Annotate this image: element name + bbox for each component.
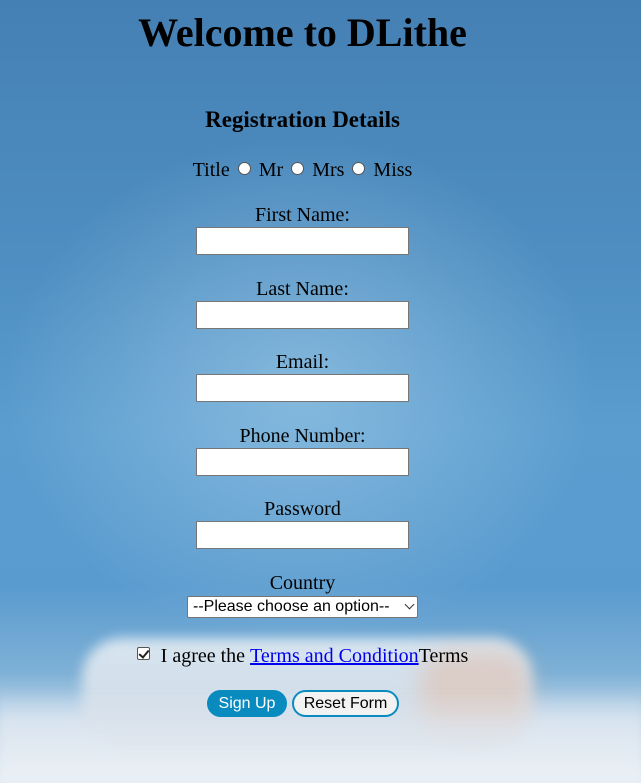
terms-agreement-row: I agree the Terms and Condition Terms [0, 643, 605, 669]
terms-checkbox[interactable] [136, 646, 150, 660]
page-title: Welcome to DLithe [138, 10, 467, 55]
chevron-down-icon [404, 599, 415, 610]
title-option-mr-label: Mr [258, 159, 284, 181]
email-field[interactable] [196, 374, 409, 402]
title-label: Title [192, 159, 230, 181]
first-name-label: First Name: [255, 204, 350, 226]
sign-up-button[interactable]: Sign Up [207, 690, 287, 717]
phone-number-field[interactable] [196, 448, 409, 476]
last-name-label: Last Name: [256, 278, 349, 300]
password-label: Password [264, 498, 341, 520]
terms-suffix-text: Terms [418, 645, 469, 667]
title-option-mrs-label: Mrs [312, 159, 345, 181]
title-option-miss-label: Miss [373, 159, 413, 181]
form-section-title: Registration Details [205, 107, 400, 132]
reset-form-button[interactable]: Reset Form [292, 690, 399, 717]
terms-and-condition-link[interactable]: Terms and Condition [250, 643, 419, 669]
password-field[interactable] [196, 521, 409, 549]
last-name-field[interactable] [196, 301, 409, 329]
title-radio-mr[interactable] [237, 161, 251, 175]
title-radio-mrs[interactable] [291, 161, 305, 175]
country-select-value: --Please choose an option-- [193, 598, 390, 615]
phone-number-label: Phone Number: [239, 425, 366, 447]
title-radio-group: Title Mr Mrs Miss [0, 156, 605, 184]
country-select[interactable]: --Please choose an option-- [187, 596, 418, 618]
title-radio-miss[interactable] [352, 161, 366, 175]
email-label: Email: [275, 351, 330, 373]
first-name-field[interactable] [196, 227, 409, 255]
terms-prefix-text: I agree the [160, 645, 251, 667]
country-label: Country [269, 572, 336, 594]
